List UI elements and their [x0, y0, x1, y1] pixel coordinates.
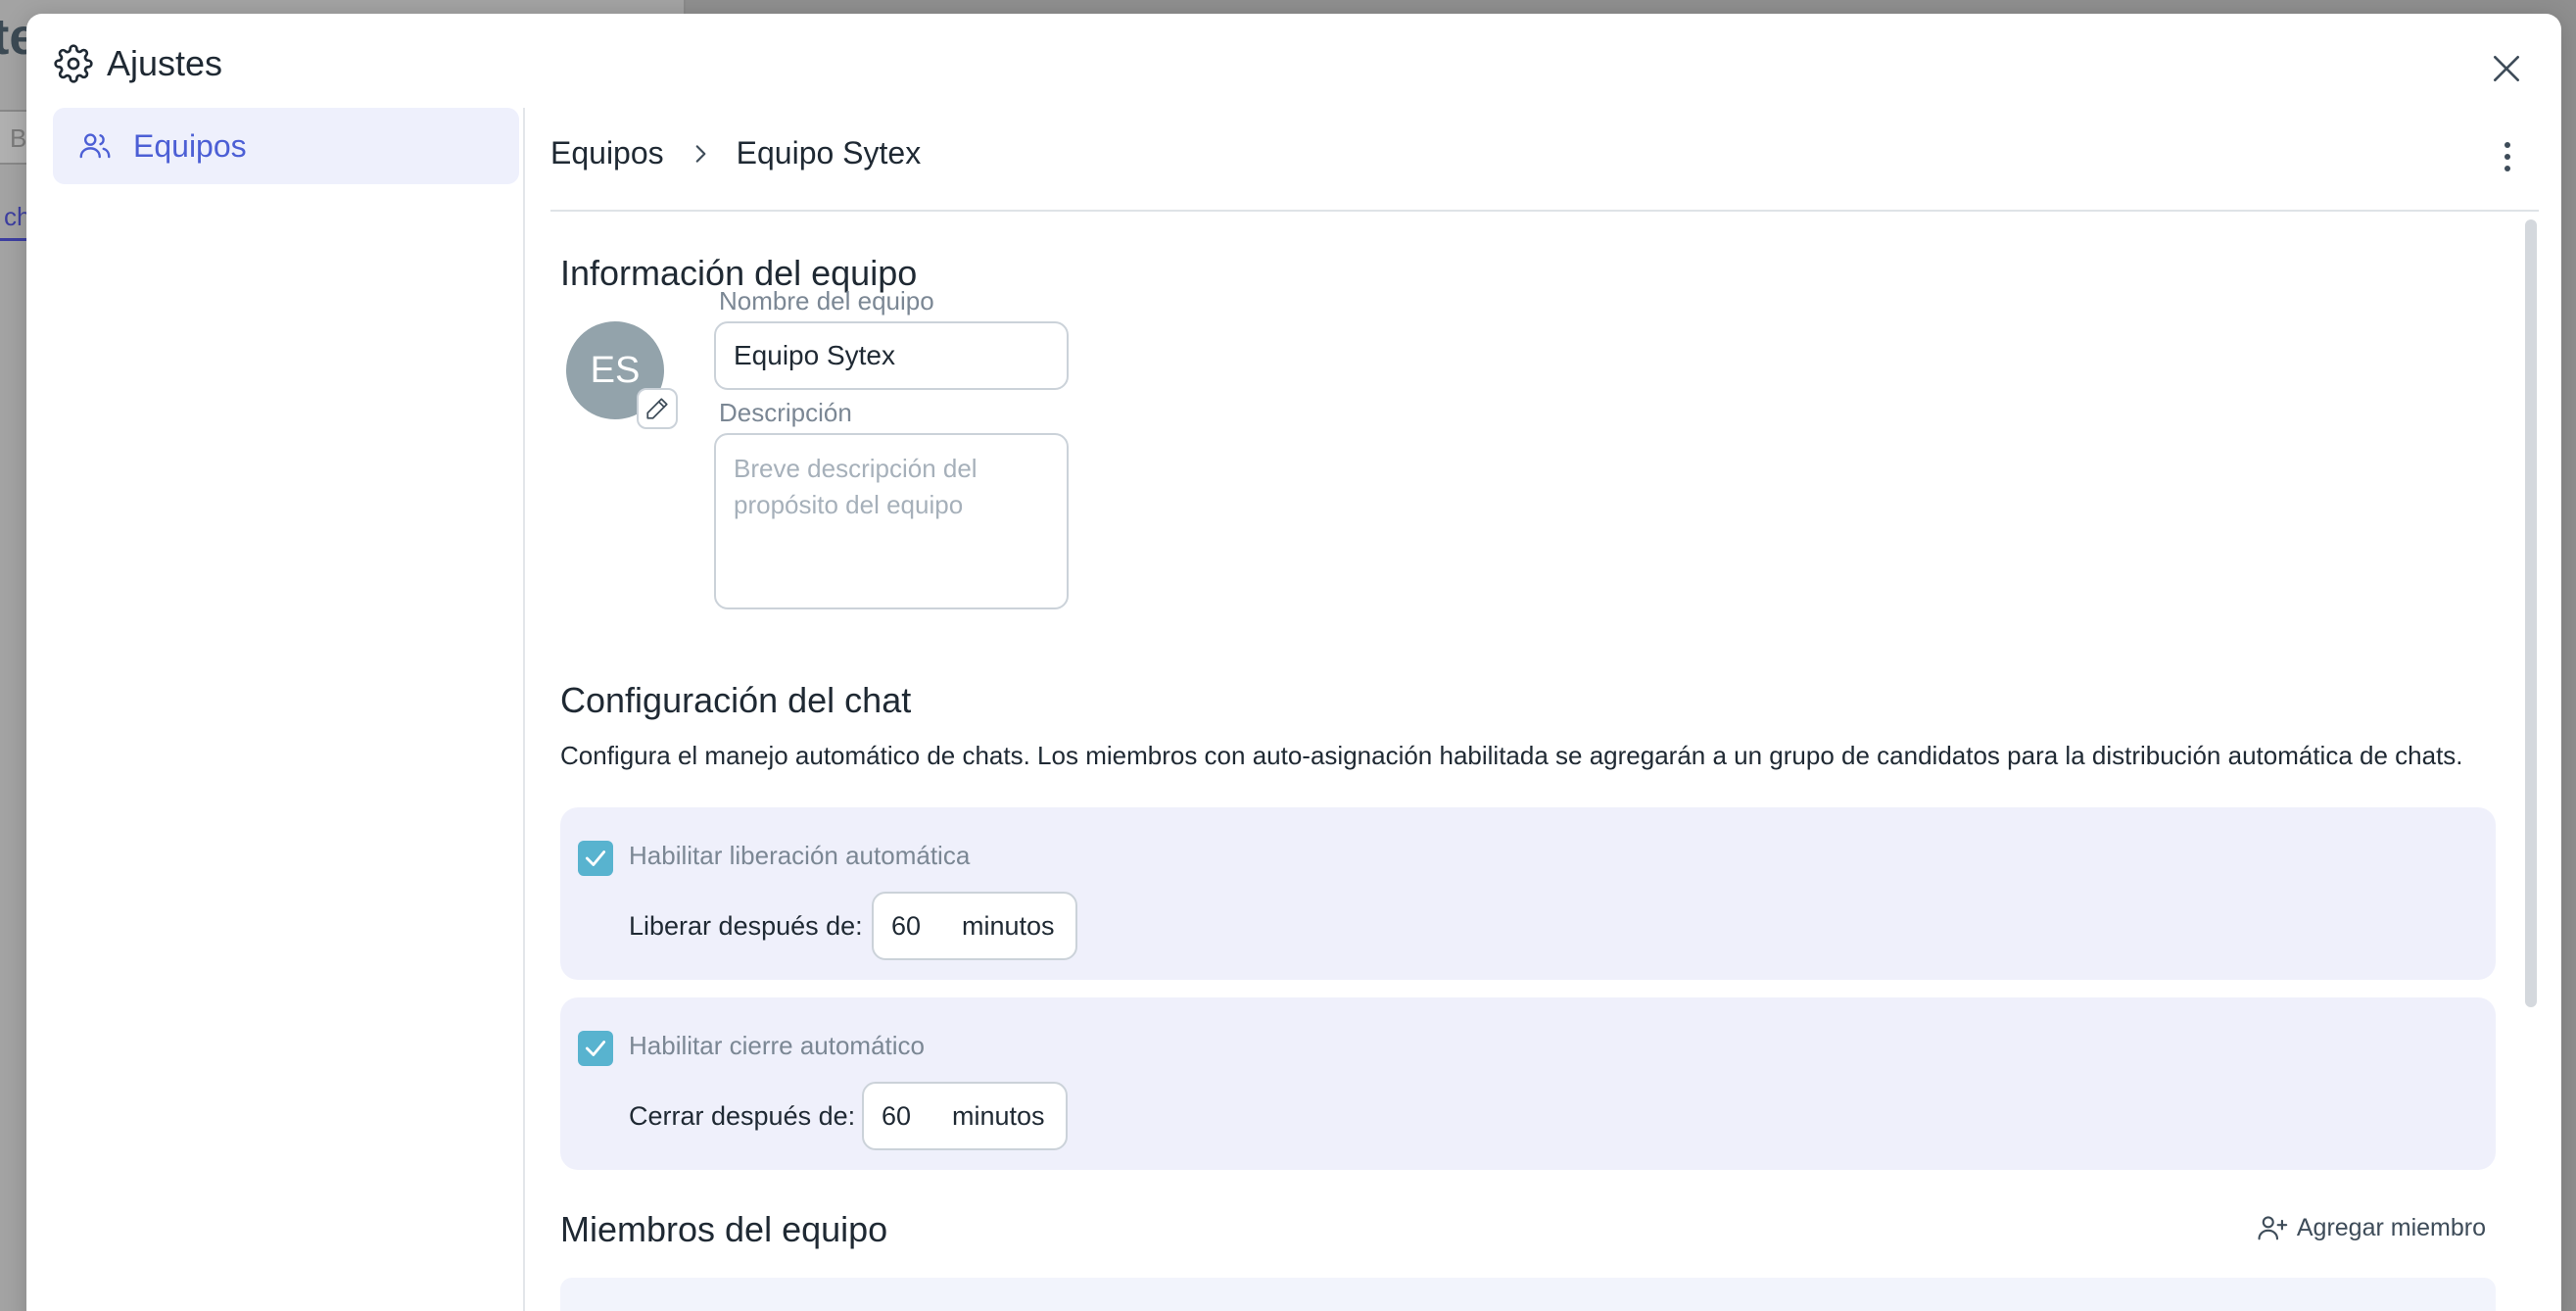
auto-close-checkbox[interactable]: [578, 1031, 613, 1066]
more-options-icon[interactable]: [2496, 137, 2519, 176]
release-after-value: 60: [891, 910, 922, 941]
team-detail-panel: Equipos Equipo Sytex Información del equ…: [550, 108, 2539, 1311]
chevron-right-icon: [688, 141, 713, 167]
breadcrumb-current: Equipo Sytex: [736, 135, 922, 170]
close-after-unit: minutos: [952, 1100, 1045, 1131]
release-after-input[interactable]: 60 minutos: [872, 892, 1077, 960]
users-icon: [76, 127, 114, 165]
chat-config-description: Configura el manejo automático de chats.…: [560, 741, 2463, 770]
description-textarea[interactable]: [714, 433, 1069, 609]
breadcrumb: Equipos Equipo Sytex: [550, 135, 921, 171]
add-member-button[interactable]: Agregar miembro: [2256, 1211, 2486, 1244]
release-after-label: Liberar después de:: [629, 911, 863, 941]
description-label: Descripción: [719, 398, 852, 427]
close-after-value: 60: [882, 1100, 912, 1131]
modal-header: Ajustes: [26, 14, 2561, 108]
settings-modal: Ajustes Equipos Equipos Equipo Sytex Inf…: [26, 14, 2561, 1311]
members-heading: Miembros del equipo: [560, 1209, 888, 1249]
background-search-text: B: [10, 123, 27, 153]
check-icon: [583, 1036, 608, 1061]
close-after-label: Cerrar después de:: [629, 1101, 856, 1131]
auto-close-card: Habilitar cierre automático Cerrar despu…: [560, 997, 2496, 1170]
add-user-icon: [2256, 1211, 2289, 1244]
auto-release-checkbox[interactable]: [578, 841, 613, 876]
check-icon: [583, 846, 608, 871]
sidebar: Equipos: [53, 108, 519, 1311]
members-table-header: [560, 1278, 2496, 1311]
auto-release-label: Habilitar liberación automática: [629, 841, 971, 870]
avatar-initials: ES: [590, 349, 641, 391]
close-icon[interactable]: [2487, 49, 2526, 88]
scrollbar-thumb[interactable]: [2525, 219, 2537, 1007]
scrollbar[interactable]: [2525, 219, 2537, 1311]
sidebar-item-equipos[interactable]: Equipos: [53, 108, 519, 184]
team-name-label: Nombre del equipo: [719, 286, 934, 316]
edit-avatar-button[interactable]: [637, 388, 678, 429]
team-name-input[interactable]: [714, 321, 1069, 390]
modal-title: Ajustes: [107, 43, 223, 83]
sidebar-divider: [523, 108, 525, 1311]
chat-config-heading: Configuración del chat: [560, 680, 912, 720]
close-after-input[interactable]: 60 minutos: [862, 1082, 1068, 1150]
scroll-area: Información del equipo ES Nombre del equ…: [550, 212, 2539, 1311]
pencil-icon: [644, 396, 670, 421]
release-after-unit: minutos: [962, 910, 1055, 941]
breadcrumb-parent[interactable]: Equipos: [550, 135, 664, 171]
auto-close-label: Habilitar cierre automático: [629, 1031, 926, 1060]
add-member-label: Agregar miembro: [2296, 1213, 2486, 1241]
auto-release-card: Habilitar liberación automática Liberar …: [560, 807, 2496, 980]
gear-icon: [54, 44, 93, 83]
modal-title-group: Ajustes: [54, 43, 222, 84]
sidebar-item-label: Equipos: [133, 127, 247, 164]
